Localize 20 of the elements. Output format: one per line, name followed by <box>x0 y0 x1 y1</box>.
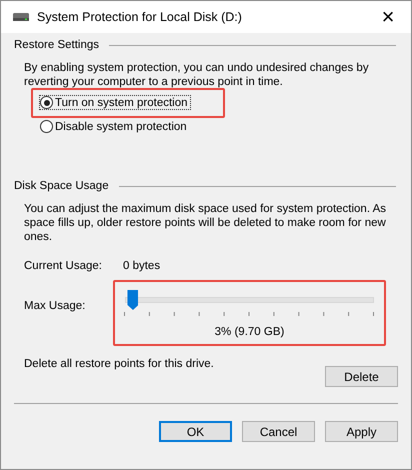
delete-button[interactable]: Delete <box>325 366 398 387</box>
section-heading: Restore Settings <box>14 39 100 51</box>
field-label: Max Usage: <box>24 300 86 312</box>
description-text: You can adjust the maximum disk space used for system protection. As space fills up, older restore points will be deleted to make room for new ones. <box>24 202 388 244</box>
description-text: By enabling system protection, you can undo undesired changes by reverting your computer to a previous point in time. <box>24 61 370 89</box>
radio-option[interactable]: Turn on system protection <box>39 95 191 110</box>
section-heading: Disk Space Usage <box>14 180 109 192</box>
radio-option[interactable]: Disable system protection <box>39 119 190 134</box>
usage-value: 0 bytes <box>123 260 160 272</box>
slider-thumb[interactable] <box>127 290 138 310</box>
drive-icon <box>13 13 29 21</box>
slider-track[interactable] <box>125 290 374 310</box>
delete-text: Delete all restore points for this drive. <box>24 358 214 370</box>
slider-reading: 3% (9.70 GB) <box>214 326 284 338</box>
window-title: System Protection for Local Disk (D:) <box>37 10 243 24</box>
field-label: Current Usage: <box>24 260 103 272</box>
close-button[interactable]: × <box>365 1 411 33</box>
dialog-button[interactable]: OK <box>159 421 232 442</box>
dialog-button[interactable]: Cancel <box>242 421 315 442</box>
dialog-button[interactable]: Apply <box>325 421 398 442</box>
